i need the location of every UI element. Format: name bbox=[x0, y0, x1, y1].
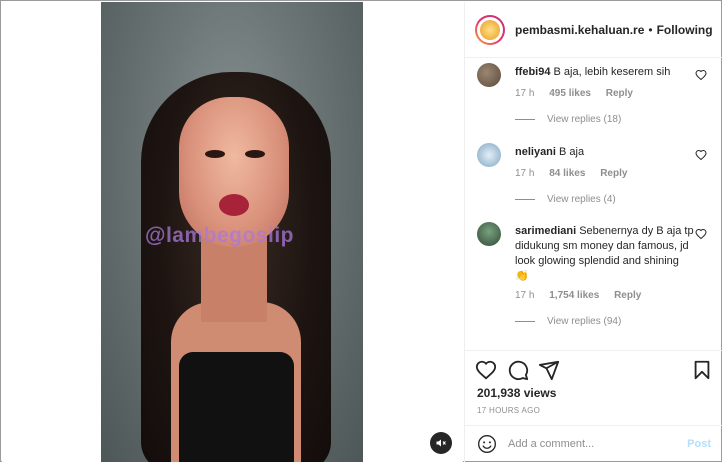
comment-text: B aja, lebih keserem sih bbox=[553, 66, 671, 78]
header-separator: • bbox=[648, 22, 653, 37]
view-count[interactable]: 201,938 views bbox=[477, 386, 556, 400]
commenter-avatar[interactable] bbox=[477, 143, 501, 167]
view-replies-label: View replies (94) bbox=[547, 316, 622, 327]
share-send-icon[interactable] bbox=[538, 359, 560, 381]
emoji-icon[interactable] bbox=[477, 434, 497, 454]
comment-item: ffebi94 B aja, lebih keserem sih 17 h 49… bbox=[477, 63, 717, 133]
view-replies-button[interactable]: View replies (94) bbox=[515, 316, 621, 327]
media-panel: @lambegosiip bbox=[2, 2, 463, 462]
following-button[interactable]: Following bbox=[657, 23, 713, 37]
commenter-username[interactable]: neliyani bbox=[515, 146, 556, 158]
commenter-username[interactable]: sarimediani bbox=[515, 225, 576, 237]
comment-text: B aja bbox=[559, 146, 585, 158]
commenter-avatar[interactable] bbox=[477, 222, 501, 246]
reply-button[interactable]: Reply bbox=[614, 290, 641, 301]
comment-time: 17 h bbox=[515, 168, 535, 179]
mute-button[interactable] bbox=[430, 432, 452, 454]
heart-icon[interactable] bbox=[695, 69, 707, 81]
like-heart-icon[interactable] bbox=[475, 359, 497, 381]
reply-button[interactable]: Reply bbox=[600, 168, 627, 179]
video-watermark: @lambegosiip bbox=[145, 224, 295, 247]
video-subject-eye-left bbox=[205, 150, 225, 158]
comment-time: 17 h bbox=[515, 290, 535, 301]
comment-input[interactable]: Add a comment... bbox=[508, 438, 687, 450]
video-player[interactable]: @lambegosiip bbox=[101, 2, 363, 462]
view-replies-label: View replies (18) bbox=[547, 114, 622, 125]
account-username[interactable]: pembasmi.kehaluan.re bbox=[515, 23, 644, 37]
comment-meta: 17 h 495 likes Reply bbox=[515, 88, 645, 99]
reply-button[interactable]: Reply bbox=[606, 88, 633, 99]
view-replies-label: View replies (4) bbox=[547, 194, 616, 205]
replies-divider bbox=[515, 321, 535, 322]
post-header: pembasmi.kehaluan.re • Following bbox=[465, 2, 722, 58]
comment-likes[interactable]: 495 likes bbox=[549, 88, 591, 99]
details-panel: pembasmi.kehaluan.re • Following ffebi94… bbox=[464, 2, 722, 462]
comment-time: 17 h bbox=[515, 88, 535, 99]
post-comment-button[interactable]: Post bbox=[687, 438, 711, 450]
comment-item: sarimediani Sebenernya dy B aja tp diduk… bbox=[477, 222, 717, 332]
comment-composer: Add a comment... Post bbox=[465, 425, 722, 462]
account-avatar[interactable] bbox=[475, 14, 505, 45]
view-replies-button[interactable]: View replies (18) bbox=[515, 114, 621, 125]
replies-divider bbox=[515, 199, 535, 200]
comment-item: neliyani B aja 17 h 84 likes Reply View … bbox=[477, 143, 717, 213]
replies-divider bbox=[515, 119, 535, 120]
heart-icon[interactable] bbox=[695, 149, 707, 161]
comment-bubble-icon[interactable] bbox=[507, 359, 529, 381]
comment-likes[interactable]: 1,754 likes bbox=[549, 290, 599, 301]
comment-meta: 17 h 84 likes Reply bbox=[515, 168, 639, 179]
post-dialog: @lambegosiip pembasmi.kehaluan.re • Foll… bbox=[0, 0, 722, 462]
comment-likes[interactable]: 84 likes bbox=[549, 168, 585, 179]
video-subject-top bbox=[179, 352, 294, 462]
comment-meta: 17 h 1,754 likes Reply bbox=[515, 290, 653, 301]
commenter-username[interactable]: ffebi94 bbox=[515, 66, 550, 78]
post-timestamp[interactable]: 17 HOURS AGO bbox=[477, 406, 540, 415]
action-bar bbox=[465, 350, 722, 386]
account-logo-icon bbox=[480, 19, 500, 40]
speaker-muted-icon bbox=[436, 439, 446, 447]
commenter-avatar[interactable] bbox=[477, 63, 501, 87]
video-subject-mouth bbox=[219, 194, 249, 216]
heart-icon[interactable] bbox=[695, 228, 707, 240]
view-replies-button[interactable]: View replies (4) bbox=[515, 194, 616, 205]
bookmark-icon[interactable] bbox=[691, 359, 713, 381]
video-subject-eye-right bbox=[245, 150, 265, 158]
comment-list[interactable]: ffebi94 B aja, lebih keserem sih 17 h 49… bbox=[465, 59, 722, 349]
